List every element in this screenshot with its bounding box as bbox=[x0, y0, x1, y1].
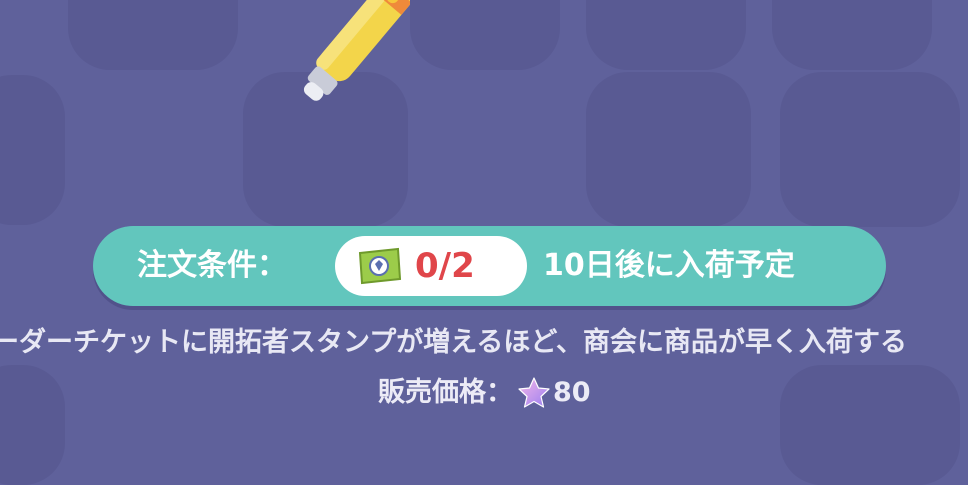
order-condition-label: 注文条件： bbox=[137, 248, 287, 283]
background-tile bbox=[410, 0, 560, 70]
price-label: 販売価格： bbox=[378, 376, 513, 408]
background-tile bbox=[0, 365, 65, 485]
star-currency-icon bbox=[518, 376, 550, 408]
background-tile bbox=[780, 72, 960, 227]
stamp-ticket-icon bbox=[358, 247, 402, 285]
ticket-count: 0/2 bbox=[415, 246, 475, 286]
description-text: ーダーチケットに開拓者スタンプが増えるほど、商会に商品が早く入荷する bbox=[0, 327, 908, 358]
background-tile bbox=[780, 365, 960, 485]
price-value: 80 bbox=[553, 376, 591, 408]
background-tile bbox=[586, 0, 746, 70]
pencil-icon bbox=[303, 0, 410, 101]
background-tile bbox=[586, 72, 751, 227]
order-condition-bar: 注文条件： 0/2 10日後に入荷予定 bbox=[93, 226, 886, 306]
background-tile bbox=[772, 0, 932, 70]
background-tile bbox=[68, 0, 238, 70]
background-tile bbox=[0, 75, 65, 225]
arrival-text: 10日後に入荷予定 bbox=[543, 248, 795, 283]
price-row: 販売価格： 80 bbox=[378, 372, 591, 412]
ticket-count-pill: 0/2 bbox=[335, 236, 527, 296]
